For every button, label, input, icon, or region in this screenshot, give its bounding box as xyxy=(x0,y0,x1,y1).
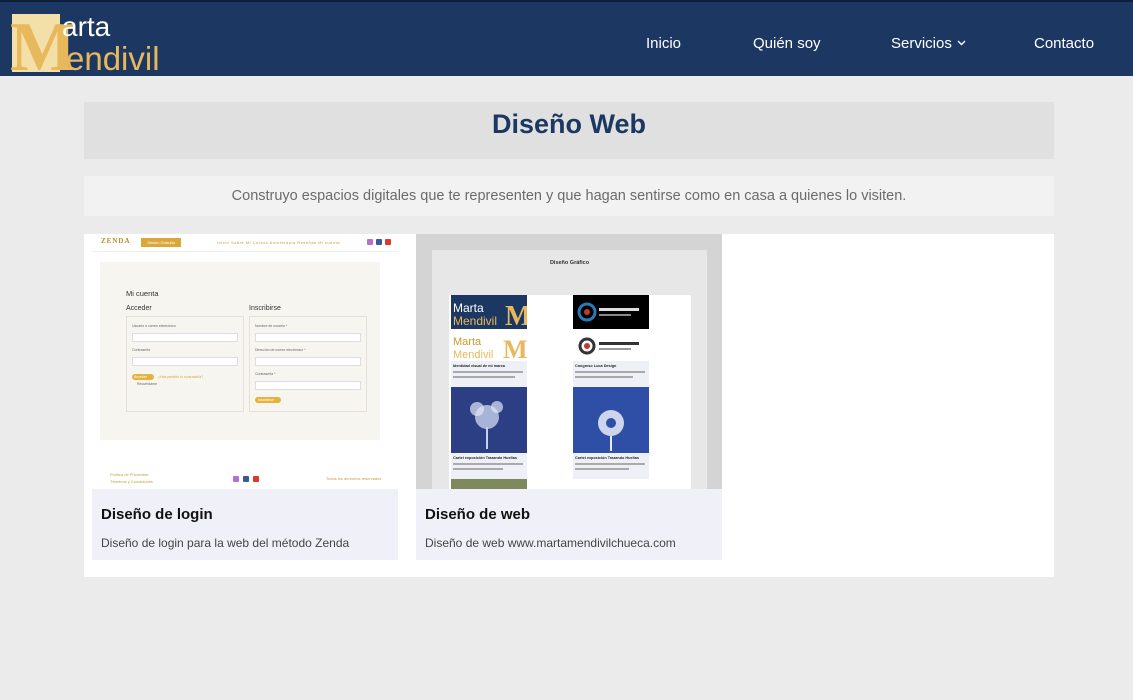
thumb-login-box: Usuario o correo electrónico Contraseña … xyxy=(126,316,244,412)
card-thumbnail[interactable]: Diseño Gráfico Marta Mendivil M Marta Mendi… xyxy=(416,234,722,489)
login-screenshot: ZENDA Sesión Gratuita Inicio Sobre Mi Cu… xyxy=(92,234,398,489)
svg-text:M: M xyxy=(505,301,527,329)
logo-mark-icon: MartaMendivil M xyxy=(453,301,531,332)
card-title: Diseño de web xyxy=(425,506,531,523)
thumb-logo-light: Marta Mendivil M xyxy=(451,331,528,364)
thumb-heading: Diseño Gráfico xyxy=(549,260,590,266)
chevron-down-icon xyxy=(957,40,966,46)
thumb-item-3-title: Cartel exposición Trazando Huellas xyxy=(453,456,517,460)
thumb-login-button-label: Acceder xyxy=(134,375,147,379)
thumb-login-heading: Acceder xyxy=(126,305,152,312)
portfolio-card-login[interactable]: ZENDA Sesión Gratuita Inicio Sobre Mi Cu… xyxy=(92,234,398,560)
nav-quien-soy[interactable]: Quién soy xyxy=(753,35,821,53)
thumb-user-field xyxy=(132,333,238,342)
youtube-icon xyxy=(385,239,391,245)
instagram-icon xyxy=(367,239,373,245)
thumb-register-box: Nombre de usuario * Dirección de correo … xyxy=(249,316,367,412)
gear-icon xyxy=(578,337,639,355)
thumb-item-label: Congreso Luca Design xyxy=(573,361,649,387)
main-nav: Inicio Quién soy Servicios Contacto xyxy=(0,2,1133,78)
card-thumbnail[interactable]: ZENDA Sesión Gratuita Inicio Sobre Mi Cu… xyxy=(92,234,398,489)
thumb-item-label: Cartel exposición Trazando Huellas xyxy=(451,453,527,479)
web-screenshot: Diseño Gráfico Marta Mendivil M Marta Mendi… xyxy=(416,234,722,489)
thumb-reg-email-field xyxy=(255,357,361,366)
thumb-page: Diseño Gráfico Marta Mendivil M Marta Mendi… xyxy=(432,250,707,489)
facebook-icon xyxy=(243,476,249,482)
thumb-reg-email-label: Dirección de correo electrónico * xyxy=(255,348,306,352)
gear-icon xyxy=(577,302,639,322)
thumb-password-label: Contraseña xyxy=(132,348,151,352)
nav-contacto[interactable]: Contacto xyxy=(1034,35,1094,53)
thumb-heading: Mi cuenta xyxy=(126,289,159,298)
thumb-rights: Todos los derechos reservados xyxy=(326,476,382,481)
card-caption: Diseño de web Diseño de web www.martamen… xyxy=(416,489,722,560)
svg-text:Mendivil: Mendivil xyxy=(453,314,497,328)
thumb-poster-2 xyxy=(573,387,649,453)
logo-mark-icon: MartaMendivil M xyxy=(453,335,528,364)
thumb-lost-link: ¿Has perdido tu contraseña? xyxy=(158,375,204,379)
thumb-item-4-title: Cartel exposición Trazando Huellas xyxy=(575,456,639,460)
card-title: Diseño de login xyxy=(101,506,213,523)
instagram-icon xyxy=(233,476,239,482)
thumb-password-field xyxy=(132,357,238,366)
youtube-icon xyxy=(253,476,259,482)
thumb-user-label: Usuario o correo electrónico xyxy=(132,324,176,328)
site-header: M arta endivil Inicio Quién soy Servicio… xyxy=(0,0,1133,76)
thumb-logo: ZENDA xyxy=(101,237,131,245)
thumb-register-button-label: Inscribirse xyxy=(258,398,274,402)
page-subtitle-bar: Construyo espacios digitales que te repr… xyxy=(84,176,1054,216)
thumb-reg-user-label: Nombre de usuario * xyxy=(255,324,288,328)
thumb-navbar: ZENDA Sesión Gratuita Inicio Sobre Mi Cu… xyxy=(92,234,398,252)
thumb-grid: Marta Mendivil M Marta Mendivil M Identi… xyxy=(449,295,691,489)
page-subtitle: Construyo espacios digitales que te repr… xyxy=(231,188,907,204)
card-description: Diseño de login para la web del método Z… xyxy=(101,536,350,550)
thumb-congress-logo-light xyxy=(573,331,649,361)
thumb-reg-user-field xyxy=(255,333,361,342)
thumb-account-panel: Mi cuenta Acceder Inscribirse Usuario o … xyxy=(100,262,380,440)
portfolio-gallery: ZENDA Sesión Gratuita Inicio Sobre Mi Cu… xyxy=(84,234,1054,577)
thumb-logo-dark: Marta Mendivil M xyxy=(451,295,531,332)
card-caption: Diseño de login Diseño de login para la … xyxy=(92,489,398,560)
thumb-congress-logo-dark xyxy=(573,295,649,329)
thumb-reg-pass-label: Contraseña * xyxy=(255,372,276,376)
svg-text:Marta: Marta xyxy=(453,336,482,348)
thumb-register-heading: Inscribirse xyxy=(249,305,281,312)
flower-icon xyxy=(598,410,624,451)
thumb-reg-pass-field xyxy=(255,381,361,390)
thumb-cta: Sesión Gratuita xyxy=(141,238,181,247)
nav-servicios[interactable]: Servicios xyxy=(891,35,966,53)
flower-icon xyxy=(470,401,503,449)
portfolio-card-web[interactable]: Diseño Gráfico Marta Mendivil M Marta Mendi… xyxy=(416,234,722,560)
thumb-item-label: Cartel exposición Trazando Huellas xyxy=(573,453,649,479)
nav-servicios-label: Servicios xyxy=(891,35,952,52)
page-title-bar: Diseño Web xyxy=(84,102,1054,159)
thumb-photo xyxy=(451,479,527,489)
thumb-privacy-link: Política de Privacidad xyxy=(110,472,149,477)
thumb-menu: Inicio Sobre Mi Cursos Autoterapia Reseñ… xyxy=(217,240,340,245)
card-description: Diseño de web www.martamendivilchueca.co… xyxy=(425,536,676,550)
svg-text:Marta: Marta xyxy=(453,301,484,315)
thumb-terms-link: Términos y Condiciones xyxy=(110,479,153,484)
thumb-item-1-title: Identidad visual de mi marca xyxy=(453,364,505,368)
thumb-remember: Recuérdame xyxy=(137,382,158,386)
page-title: Diseño Web xyxy=(491,109,647,139)
facebook-icon xyxy=(376,239,382,245)
nav-inicio[interactable]: Inicio xyxy=(646,35,681,53)
thumb-poster-1 xyxy=(451,387,527,453)
thumb-item-label: Identidad visual de mi marca xyxy=(451,361,527,387)
svg-text:M: M xyxy=(503,335,527,361)
thumb-item-2-title: Congreso Luca Design xyxy=(575,364,617,368)
svg-text:Mendivil: Mendivil xyxy=(453,349,493,361)
